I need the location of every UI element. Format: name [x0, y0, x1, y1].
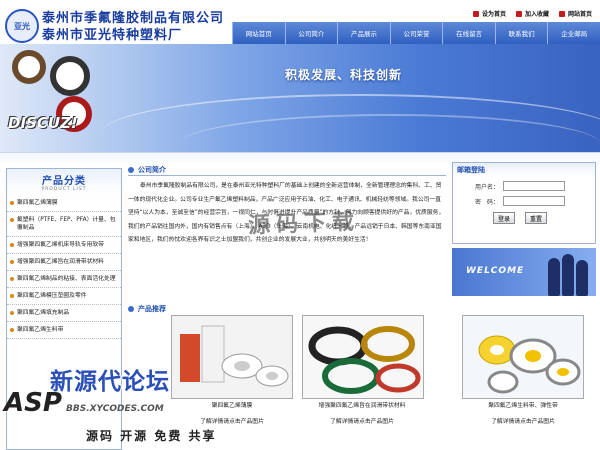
sidebar-header: 产品分类 PRODUCT LIST: [7, 169, 121, 195]
sidebar-title: 产品分类: [42, 176, 86, 187]
ptfe-tape-image: [463, 316, 583, 398]
nav-honors[interactable]: 公司荣誉: [389, 22, 443, 44]
intro-title: 公司简介: [138, 165, 166, 174]
password-input[interactable]: [503, 196, 565, 206]
person-figure: [548, 258, 560, 296]
category-list: 聚四氟乙烯薄膜 氟塑料（PTFE、FEP、PFA）计量、包覆制品 增强聚四氟乙烯…: [7, 195, 121, 339]
category-item[interactable]: 聚四氟乙烯制品的粘接、表面活化处理: [7, 271, 121, 288]
category-item[interactable]: 聚四氟乙烯生料带: [7, 322, 121, 339]
nav-contact[interactable]: 联系我们: [494, 22, 548, 44]
nav-products[interactable]: 产品展示: [337, 22, 390, 44]
nav-mail[interactable]: 企业邮局: [547, 22, 600, 44]
reset-button[interactable]: 重置: [525, 212, 547, 224]
bullet-icon: [10, 260, 14, 264]
username-label: 用户名：: [475, 183, 500, 191]
site-home-link[interactable]: 网站首页: [558, 9, 592, 18]
product-details-link[interactable]: 了解详情请点击产品图片: [458, 416, 588, 425]
products-title: 产品推荐: [138, 305, 166, 313]
category-item[interactable]: 氟塑料（PTFE、FEP、PFA）计量、包覆制品: [7, 212, 121, 237]
company-name-secondary: 泰州市亚光特种塑料厂: [42, 28, 183, 43]
bullet-icon: [10, 201, 14, 205]
forum-watermark: 新源代论坛 ASP BBS.XYCODES.COM 源码 开源 免费 共享: [0, 362, 230, 450]
person-figure: [576, 260, 588, 296]
welcome-text: WELCOME: [466, 266, 525, 276]
logo-text: 亚光: [14, 21, 30, 31]
login-button[interactable]: 登录: [493, 212, 515, 224]
star-icon: [515, 10, 522, 17]
username-row: 用户名：: [453, 181, 595, 191]
watermark-url: BBS.XYCODES.COM: [66, 404, 164, 414]
source-download-stamp: 源码下载: [247, 209, 361, 239]
watermark-title: 新源代论坛: [50, 369, 170, 395]
add-favorite-link[interactable]: 加入收藏: [515, 9, 549, 18]
watermark-asp: ASP: [4, 388, 62, 418]
product-image[interactable]: [462, 315, 584, 399]
sidebar-subtitle: PRODUCT LIST: [41, 187, 87, 192]
watermark-tags: 源码 开源 免费 共享: [86, 429, 217, 443]
nav-guestbook[interactable]: 在线留言: [442, 22, 495, 44]
main-nav: 网站首页 公司简介 产品展示 公司荣誉 在线留言 联系我们 企业邮局: [232, 22, 600, 44]
product-name[interactable]: 聚四氟乙烯生料带、弹性带: [458, 400, 588, 409]
bullet-icon: [10, 328, 14, 332]
company-logo[interactable]: 亚光: [5, 9, 39, 43]
sliding-tape-image: [303, 316, 423, 398]
category-item[interactable]: 聚四氟乙烯模压垫圈及零件: [7, 288, 121, 305]
mail-login-box: 邮箱登陆 用户名： 密 码： 登录 重置: [452, 162, 596, 244]
bullet-icon: [10, 311, 14, 315]
login-title: 邮箱登陆: [453, 163, 595, 176]
hero-banner: DISCUZ! 积极发展、科技创新: [0, 44, 600, 152]
banner-slogan: 积极发展、科技创新: [285, 68, 403, 82]
product-details-link[interactable]: 了解详情请点击产品图片: [297, 416, 427, 425]
category-item[interactable]: 聚四氟乙烯填充制品: [7, 305, 121, 322]
username-input[interactable]: [503, 181, 565, 191]
tape-roll-image: [12, 50, 46, 84]
nav-home[interactable]: 网站首页: [232, 22, 285, 44]
person-figure: [562, 254, 574, 296]
welcome-banner: WELCOME: [452, 248, 596, 296]
intro-section-header: 公司简介: [128, 164, 446, 176]
category-item[interactable]: 增强聚四氟乙烯机床导轨专用软带: [7, 237, 121, 254]
discuz-watermark: DISCUZ!: [8, 114, 78, 132]
section-bullet-icon: [128, 306, 134, 312]
top-links: 设为首页 加入收藏 网站首页: [472, 9, 592, 18]
product-image[interactable]: [302, 315, 424, 399]
tape-roll-image: [50, 56, 90, 96]
home-icon: [472, 10, 479, 17]
login-buttons: 登录 重置: [453, 212, 595, 224]
bullet-icon: [10, 294, 14, 298]
bullet-icon: [10, 218, 14, 222]
product-name[interactable]: 增强聚四氟乙烯旨在润滑带状材料: [297, 400, 427, 409]
bullet-icon: [10, 243, 14, 247]
products-section-header: 产品推荐: [128, 303, 596, 315]
section-bullet-icon: [128, 166, 134, 173]
globe-icon: [558, 10, 565, 17]
page: { "header": { "company_name_1": "泰州市季氟隆胶…: [0, 0, 600, 450]
password-label: 密 码：: [475, 198, 500, 206]
nav-about[interactable]: 公司简介: [284, 22, 338, 44]
category-item[interactable]: 增强聚四氟乙烯旨在润滑带状材料: [7, 254, 121, 271]
company-name-primary: 泰州市季氟隆胶制品有限公司: [42, 11, 225, 26]
category-item[interactable]: 聚四氟乙烯薄膜: [7, 195, 121, 212]
bullet-icon: [10, 277, 14, 281]
company-name-block: 泰州市季氟隆胶制品有限公司 泰州市亚光特种塑料厂: [42, 10, 224, 44]
set-homepage-link[interactable]: 设为首页: [472, 9, 506, 18]
password-row: 密 码：: [453, 196, 595, 206]
